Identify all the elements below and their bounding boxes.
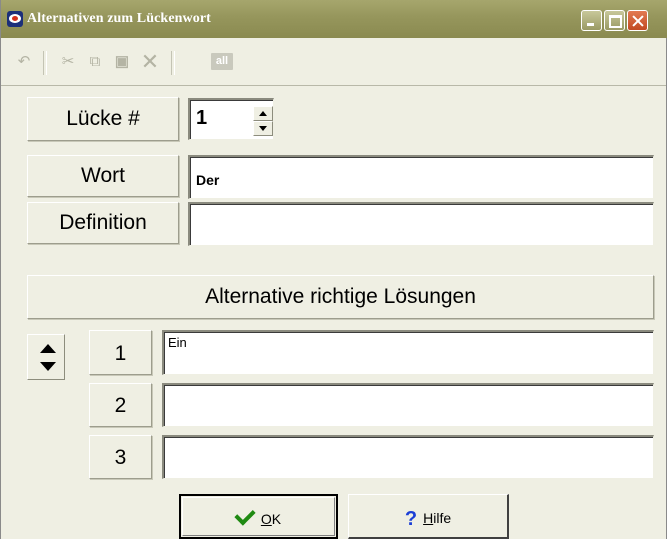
alternative-number-label: 2 bbox=[89, 383, 152, 427]
word-label: Wort bbox=[27, 155, 179, 197]
spinner-down-button[interactable] bbox=[253, 121, 273, 136]
gap-number-label: Lücke # bbox=[27, 97, 179, 141]
alternative-number-label: 1 bbox=[89, 330, 152, 375]
help-button[interactable]: ? Hilfe bbox=[348, 494, 509, 539]
definition-label: Definition bbox=[27, 202, 179, 244]
reorder-alternatives-button[interactable] bbox=[27, 334, 65, 380]
alternatives-heading: Alternative richtige Lösungen bbox=[27, 275, 654, 319]
copy-icon[interactable]: ⧉ bbox=[85, 52, 105, 72]
minimize-button[interactable] bbox=[581, 10, 602, 31]
help-label-rest: ilfe bbox=[433, 510, 452, 526]
scissors-icon[interactable]: ✂ bbox=[59, 52, 77, 72]
close-button[interactable] bbox=[627, 10, 648, 31]
title-bar[interactable]: Alternativen zum Lückenwort bbox=[1, 0, 667, 38]
undo-icon[interactable]: ↶ bbox=[15, 52, 33, 72]
alternative-input-1[interactable]: Ein bbox=[162, 330, 654, 375]
dialog-window: Alternativen zum Lückenwort ↶ ✂ ⧉ ▣ ✕ al… bbox=[0, 0, 667, 539]
ok-mnemonic: O bbox=[260, 511, 272, 527]
move-down-icon bbox=[40, 362, 56, 371]
paste-icon[interactable]: ▣ bbox=[112, 52, 132, 72]
help-button-content: ? Hilfe bbox=[349, 508, 507, 531]
ok-label-rest: K bbox=[271, 511, 282, 527]
alternative-input-2[interactable] bbox=[162, 383, 654, 427]
arrow-down-icon bbox=[259, 126, 267, 131]
question-mark-icon: ? bbox=[404, 508, 418, 530]
definition-input[interactable] bbox=[188, 202, 654, 246]
spinner-up-button[interactable] bbox=[253, 106, 273, 121]
toolbar-separator bbox=[171, 51, 175, 75]
help-mnemonic: H bbox=[423, 510, 434, 526]
arrow-up-icon bbox=[259, 111, 267, 116]
window-title: Alternativen zum Lückenwort bbox=[27, 11, 211, 26]
word-input[interactable]: Der bbox=[188, 155, 654, 199]
select-all-button[interactable]: all bbox=[211, 53, 233, 70]
delete-x-icon[interactable]: ✕ bbox=[139, 51, 161, 73]
maximize-button[interactable] bbox=[604, 10, 625, 31]
ok-button-content: OK bbox=[181, 504, 336, 527]
ok-button[interactable]: OK bbox=[179, 494, 338, 539]
app-logo-icon[interactable] bbox=[7, 11, 23, 27]
toolbar-separator bbox=[43, 51, 47, 75]
alternative-input-3[interactable] bbox=[162, 435, 654, 479]
move-up-icon bbox=[40, 344, 56, 353]
toolbar: ↶ ✂ ⧉ ▣ ✕ all bbox=[1, 39, 666, 86]
alternative-number-label: 3 bbox=[89, 435, 152, 479]
